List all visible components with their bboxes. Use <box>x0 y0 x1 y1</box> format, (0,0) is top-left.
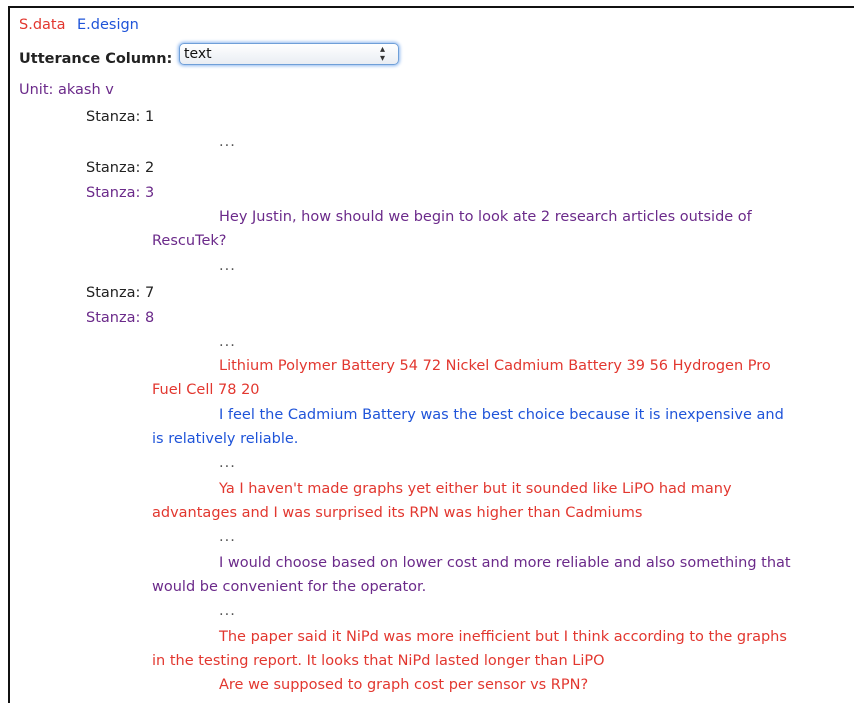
utterance-line: Hey Justin, how should we begin to look … <box>219 209 752 225</box>
stanza-label: Stanza: 2 <box>86 160 155 176</box>
utterance-column-label: Utterance Column: <box>19 51 173 67</box>
utterance-line: in the testing report. It looks that NiP… <box>152 653 605 669</box>
utterance-line: Fuel Cell 78 20 <box>152 382 260 398</box>
unit-label: Unit: akash v <box>19 82 114 98</box>
ellipsis: ... <box>219 529 236 545</box>
legend-sdata: S.data <box>19 17 66 33</box>
utterance-line: RescuTek? <box>152 233 227 249</box>
stanza-label: Stanza: 7 <box>86 285 155 301</box>
utterance-line: I would choose based on lower cost and m… <box>219 555 791 571</box>
utterance-column-select[interactable]: text <box>179 43 399 65</box>
utterance-line: The paper said it NiPd was more ineffici… <box>219 629 787 645</box>
ellipsis: ... <box>219 603 236 619</box>
utterance-line: advantages and I was surprised its RPN w… <box>152 505 643 521</box>
stanza-label: Stanza: 3 <box>86 185 155 201</box>
ellipsis: ... <box>219 455 236 471</box>
utterance-line: is relatively reliable. <box>152 431 299 447</box>
utterance-line: Ya I haven't made graphs yet either but … <box>219 481 732 497</box>
ellipsis: ... <box>219 258 236 274</box>
stanza-label: Stanza: 8 <box>86 310 155 326</box>
ellipsis: ... <box>219 134 236 150</box>
utterance-line: I feel the Cadmium Battery was the best … <box>219 407 784 423</box>
utterance-line: Are we supposed to graph cost per sensor… <box>219 677 589 693</box>
utterance-line: Lithium Polymer Battery 54 72 Nickel Cad… <box>219 358 771 374</box>
stanza-label: Stanza: 1 <box>86 109 155 125</box>
utterance-line: would be convenient for the operator. <box>152 579 427 595</box>
legend-edesign: E.design <box>77 17 139 33</box>
ellipsis: ... <box>219 334 236 350</box>
